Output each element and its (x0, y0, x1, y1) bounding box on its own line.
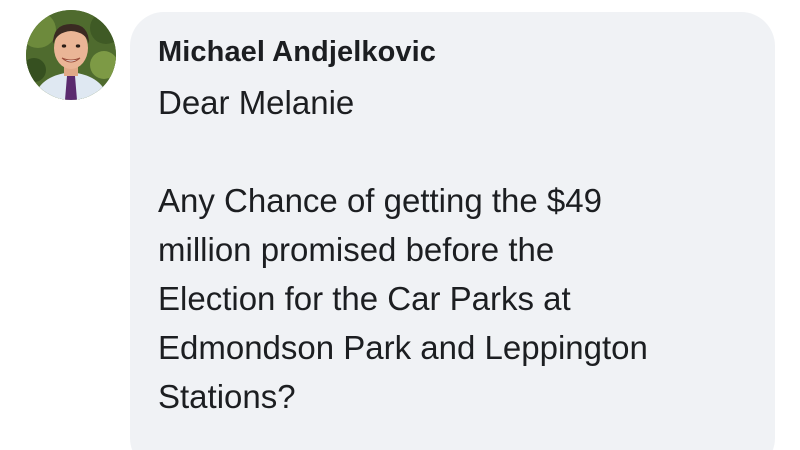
comment-line: Edmondson Park and Leppington (158, 329, 648, 366)
comment-bubble: Michael Andjelkovic Dear Melanie Any Cha… (130, 12, 775, 450)
comment-greeting: Dear Melanie (158, 84, 355, 121)
comment-line: Stations? (158, 378, 296, 415)
author-name-link[interactable]: Michael Andjelkovic (158, 34, 747, 70)
comment-text: Dear Melanie Any Chance of getting the $… (158, 78, 747, 421)
avatar[interactable] (26, 10, 116, 100)
comment-thread: Michael Andjelkovic Dear Melanie Any Cha… (0, 0, 800, 450)
comment-line: Election for the Car Parks at (158, 280, 571, 317)
comment-line: million promised before the (158, 231, 555, 268)
profile-photo-icon (26, 10, 116, 100)
comment-line: Any Chance of getting the $49 (158, 182, 602, 219)
